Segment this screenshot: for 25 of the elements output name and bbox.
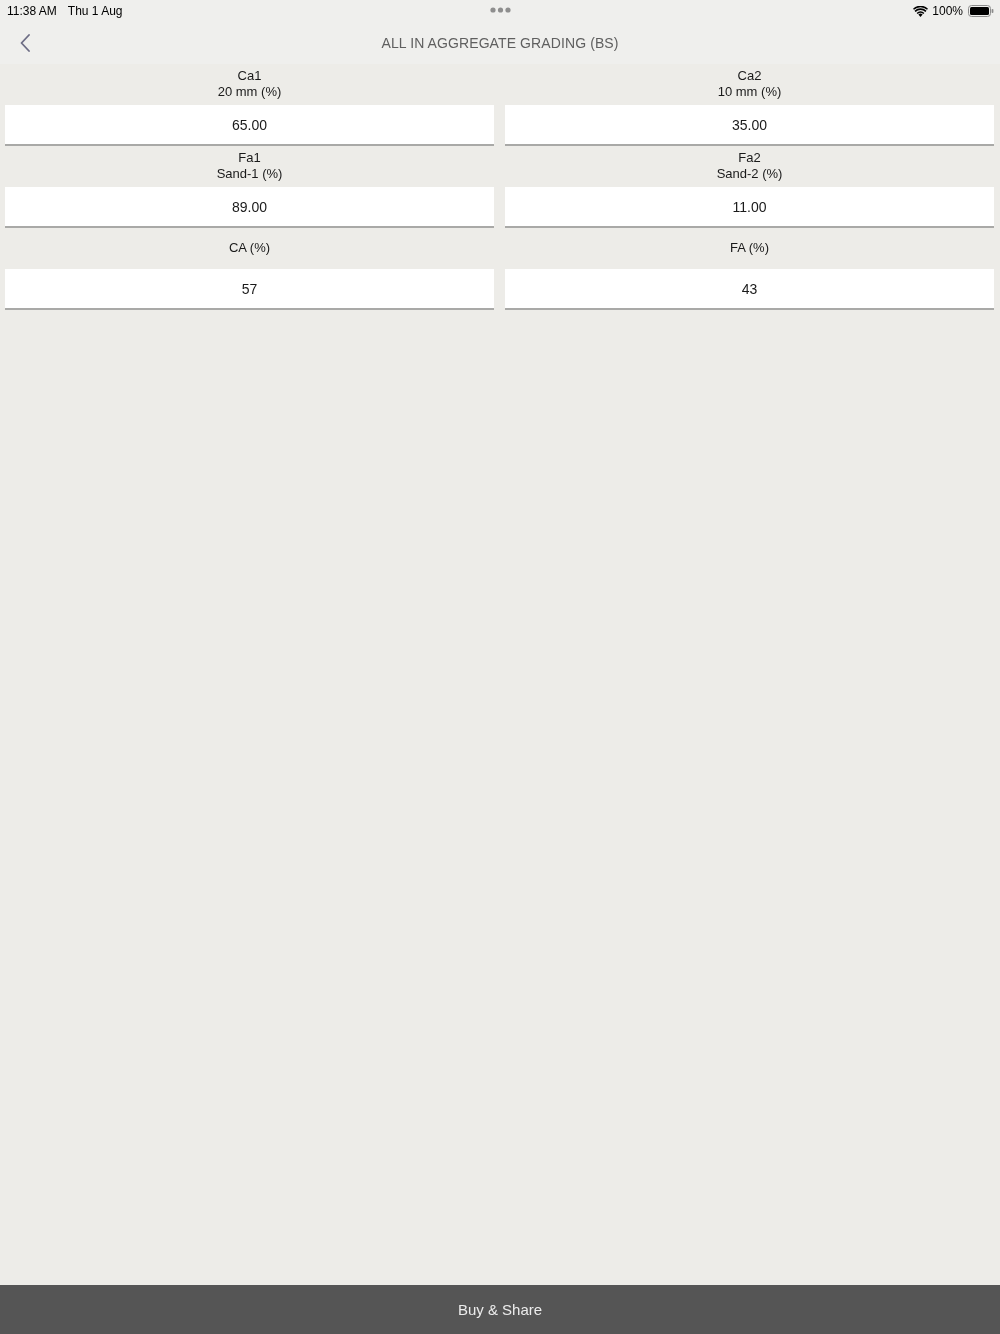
field-label: Ca2 (737, 68, 762, 84)
field-label: Sand-1 (%) (216, 166, 283, 182)
input-field[interactable]: 43 (505, 269, 994, 310)
status-date: Thu 1 Aug (67, 4, 123, 18)
field-label: Fa1 (238, 150, 261, 166)
buy-share-button[interactable]: Buy & Share (0, 1285, 1000, 1334)
wifi-icon (913, 5, 929, 17)
input-field[interactable]: 11.00 (505, 187, 994, 228)
field-label: 10 mm (%) (717, 84, 782, 100)
more-dots-icon[interactable] (490, 7, 511, 13)
input-field[interactable]: 65.00 (5, 105, 494, 146)
field-label: CA (%) (228, 240, 271, 256)
input-field[interactable]: 35.00 (505, 105, 994, 146)
field-label: Ca1 (237, 68, 262, 84)
field-label: Fa2 (738, 150, 761, 166)
input-field[interactable]: 57 (5, 269, 494, 310)
field-label: Sand-2 (%) (716, 166, 783, 182)
page-title: ALL IN AGGREGATE GRADING (BS) (381, 35, 619, 51)
field-label: FA (%) (730, 240, 769, 256)
battery-percent: 100% (932, 4, 963, 18)
field-label: 20 mm (%) (217, 84, 282, 100)
input-field[interactable]: 89.00 (5, 187, 494, 228)
back-chevron-icon (20, 34, 30, 52)
status-time: 11:38 AM (7, 4, 57, 18)
battery-icon (968, 5, 994, 17)
